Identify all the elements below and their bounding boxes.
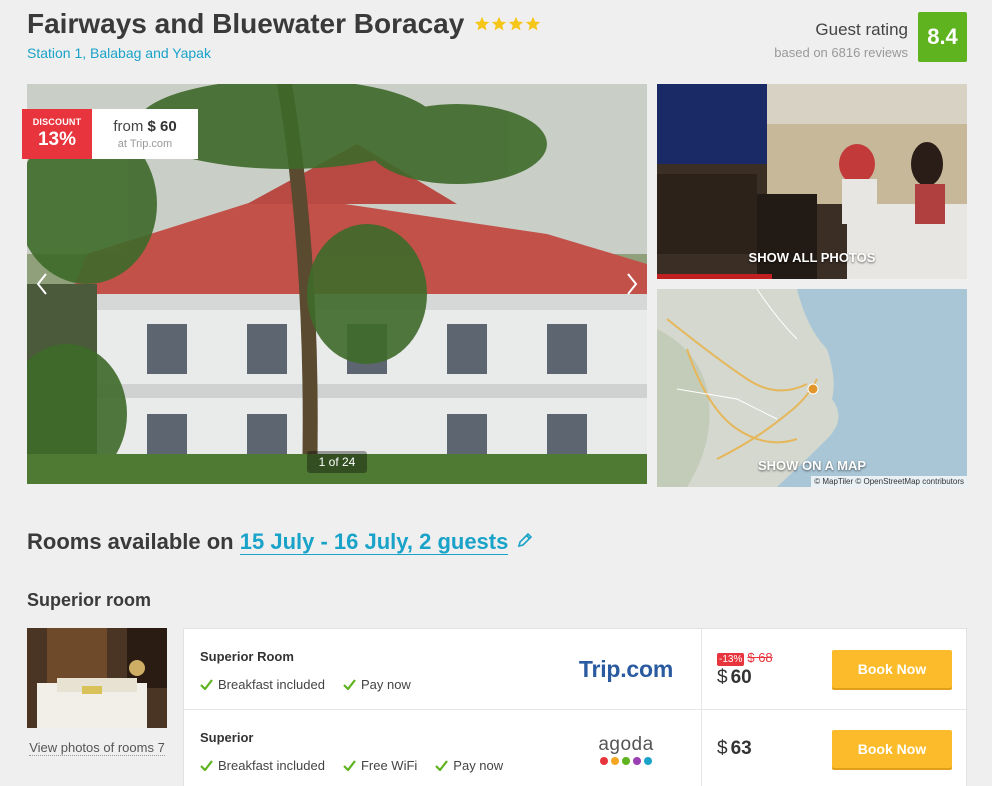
rating-score-badge: 8.4 xyxy=(918,12,967,62)
discount-percent-tag: -13% xyxy=(717,653,745,666)
offers-card: Superior Room Breakfast included Pay now… xyxy=(183,628,968,786)
discount-label: DISCOUNT xyxy=(32,117,82,127)
check-icon xyxy=(200,760,213,771)
rooms-available-prefix: Rooms available on xyxy=(27,529,234,554)
offer-price: -13% $ 68 $60 xyxy=(717,649,773,689)
price-from-value: $ 60 xyxy=(147,118,177,135)
star-icon xyxy=(491,16,507,31)
star-icon xyxy=(525,16,541,31)
amenity-pay-now: Pay now xyxy=(435,758,503,773)
room-thumbnail-image xyxy=(27,628,167,728)
show-on-map-label: SHOW ON A MAP xyxy=(757,458,867,473)
hotel-address-link[interactable]: Station 1, Balabag and Yapak xyxy=(27,45,211,61)
lowest-price-badge[interactable]: from $ 60 at Trip.com xyxy=(92,109,198,159)
offer-amenities: Breakfast included Free WiFi Pay now xyxy=(200,758,521,773)
offer-row: Superior Room Breakfast included Pay now… xyxy=(184,629,968,710)
check-icon xyxy=(200,679,213,690)
current-price: $60 xyxy=(717,667,752,688)
amenity-breakfast: Breakfast included xyxy=(200,677,325,692)
offer-room-name: Superior Room xyxy=(200,649,294,664)
map-attribution: © MapTiler © OpenStreetMap contributors xyxy=(811,476,967,487)
star-icon xyxy=(508,16,524,31)
show-all-photos-label: SHOW ALL PHOTOS xyxy=(748,250,876,265)
price-source: at Trip.com xyxy=(117,138,173,150)
price-from-label: from xyxy=(113,118,144,135)
review-count: based on 6816 reviews xyxy=(774,45,908,60)
pencil-icon[interactable] xyxy=(517,532,533,548)
amenity-breakfast: Breakfast included xyxy=(200,758,325,773)
check-icon xyxy=(435,760,449,771)
discount-value: 13% xyxy=(37,129,77,150)
provider-logo-agoda[interactable]: agoda xyxy=(564,732,688,768)
guest-rating-label: Guest rating xyxy=(815,20,908,39)
book-now-button[interactable]: Book Now xyxy=(832,730,952,768)
star-icon xyxy=(474,16,490,31)
show-on-map-tile[interactable]: SHOW ON A MAP © MapTiler © OpenStreetMap… xyxy=(657,289,967,487)
date-guests-selector[interactable]: 15 July - 16 July, 2 guests xyxy=(239,529,509,555)
check-icon xyxy=(343,760,356,771)
chevron-left-icon[interactable] xyxy=(36,272,48,296)
room-thumbnail[interactable] xyxy=(27,628,167,728)
agoda-dots-icon xyxy=(598,757,653,765)
book-now-button[interactable]: Book Now xyxy=(832,650,952,688)
offer-room-name: Superior xyxy=(200,730,254,745)
amenity-wifi: Free WiFi xyxy=(343,758,417,773)
view-room-photos-link[interactable]: View photos of rooms 7 xyxy=(27,739,167,757)
photo-counter: 1 of 24 xyxy=(307,451,367,473)
current-price: $63 xyxy=(717,738,752,759)
check-icon xyxy=(343,679,356,690)
provider-logo-tripcom[interactable]: Trip.com xyxy=(564,651,688,687)
chevron-right-icon[interactable] xyxy=(626,272,638,296)
hotel-name: Fairways and Bluewater Boracay xyxy=(27,8,465,39)
discount-badge: DISCOUNT 13% xyxy=(22,109,92,159)
offer-row: Superior Breakfast included Free WiFi Pa… xyxy=(184,710,968,786)
amenity-pay-now: Pay now xyxy=(343,677,411,692)
hotel-star-rating xyxy=(474,16,541,32)
room-type-title: Superior room xyxy=(27,590,152,610)
offer-amenities: Breakfast included Pay now xyxy=(200,677,429,692)
show-all-photos-tile[interactable]: SHOW ALL PHOTOS xyxy=(657,84,967,279)
old-price: $ 68 xyxy=(747,650,773,665)
offer-price: $63 xyxy=(717,738,752,760)
rooms-available-heading: Rooms available on 15 July - 16 July, 2 … xyxy=(27,529,509,555)
